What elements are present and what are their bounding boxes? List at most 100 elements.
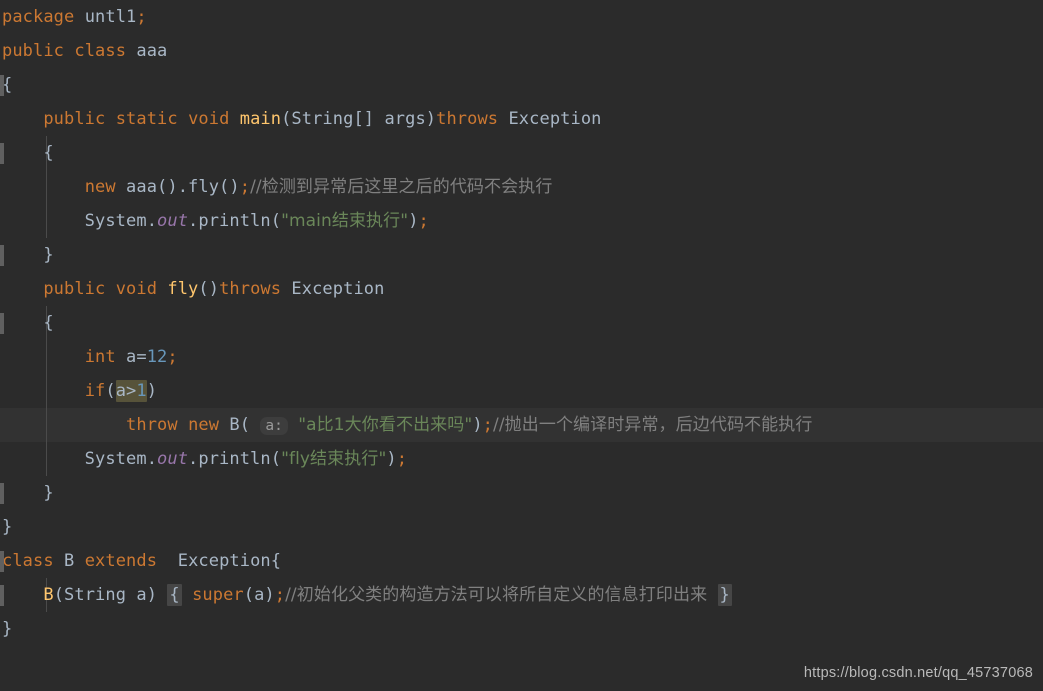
code-line-text: }: [0, 510, 12, 544]
code-line-text: B(String a) { super(a);//初始化父类的构造方法可以将所自…: [0, 578, 732, 612]
code-line-text: System.out.println("main结束执行");: [0, 204, 429, 238]
code-token-selected-number: 1: [136, 381, 147, 401]
code-token-plain: ): [386, 449, 397, 469]
code-line[interactable]: }: [0, 238, 1043, 272]
code-token-keyword: public: [2, 41, 65, 61]
code-line[interactable]: System.out.println("fly结束执行");: [0, 442, 1043, 476]
code-token-brace-match: }: [717, 584, 732, 606]
code-token-plain: Exception: [498, 109, 602, 129]
code-line-text: System.out.println("fly结束执行");: [0, 442, 407, 476]
code-token-plain: }: [2, 245, 54, 265]
code-token-plain: aaa: [126, 41, 168, 61]
code-token-number: 12: [146, 347, 168, 367]
code-token-keyword: new: [188, 415, 220, 435]
code-token-keyword: int: [84, 347, 116, 367]
code-token-keyword: public: [43, 109, 106, 129]
code-token-keyword: ;: [482, 415, 493, 435]
code-line[interactable]: }: [0, 510, 1043, 544]
fold-marker-icon[interactable]: [0, 313, 4, 334]
code-line-text: public void fly()throws Exception: [0, 272, 384, 306]
code-token-plain: .println(: [188, 449, 282, 469]
code-line[interactable]: new aaa().fly();//检测到异常后这里之后的代码不会执行: [0, 170, 1043, 204]
code-token-static-field: out: [157, 211, 189, 231]
code-token-keyword: class: [74, 41, 127, 61]
code-line[interactable]: {: [0, 68, 1043, 102]
code-line[interactable]: throw new B( a: "a比1大你看不出来吗");//抛出一个编译时异…: [0, 408, 1043, 442]
code-token-plain: System.: [2, 211, 158, 231]
code-line-text: public class aaa: [0, 34, 167, 68]
code-token-keyword: static: [115, 109, 178, 129]
code-line[interactable]: public static void main(String[] args)th…: [0, 102, 1043, 136]
code-token-keyword: void: [188, 109, 230, 129]
code-token-plain: B: [53, 551, 85, 571]
fold-marker-icon[interactable]: [0, 143, 4, 164]
code-token-plain: (String a): [53, 585, 168, 605]
code-token-keyword: ;: [167, 347, 178, 367]
code-token-method-name: fly: [167, 279, 199, 299]
code-line-text: class B extends Exception{: [0, 544, 281, 578]
code-token-plain: a=: [115, 347, 147, 367]
code-token-plain: }: [2, 619, 13, 639]
code-token-static-field: out: [157, 449, 189, 469]
code-line[interactable]: }: [0, 612, 1043, 646]
code-token-keyword: void: [115, 279, 158, 299]
fold-marker-icon[interactable]: [0, 551, 4, 572]
code-token-brace-match: {: [167, 584, 182, 606]
code-token-plain: {: [2, 143, 54, 163]
fold-marker-icon[interactable]: [0, 585, 4, 606]
code-line[interactable]: public class aaa: [0, 34, 1043, 68]
code-token-plain: .println(: [188, 211, 282, 231]
selected-text-range: a>1: [115, 380, 147, 402]
code-token-keyword: throw: [126, 415, 178, 435]
code-line-text: new aaa().fly();//检测到异常后这里之后的代码不会执行: [0, 170, 553, 204]
code-line[interactable]: class B extends Exception{: [0, 544, 1043, 578]
code-line[interactable]: {: [0, 306, 1043, 340]
code-token-plain: (: [105, 381, 116, 401]
code-line[interactable]: package untl1;: [0, 0, 1043, 34]
code-token-plain: }: [2, 517, 13, 537]
code-line[interactable]: System.out.println("main结束执行");: [0, 204, 1043, 238]
code-editor[interactable]: package untl1; public class aaa{ public s…: [0, 0, 1043, 691]
code-token-string: "fly结束执行": [281, 449, 387, 469]
parameter-hint-inlay: a:: [260, 417, 288, 435]
code-token-method-name: B: [43, 585, 54, 605]
code-token-keyword: ;: [274, 585, 286, 605]
code-token-comment: //抛出一个编译时异常，后边代码不能执行: [493, 415, 813, 435]
code-line[interactable]: public void fly()throws Exception: [0, 272, 1043, 306]
editor-code-area[interactable]: package untl1; public class aaa{ public s…: [0, 0, 1043, 645]
code-token-plain: }: [2, 483, 54, 503]
code-line[interactable]: }: [0, 476, 1043, 510]
fold-marker-icon[interactable]: [0, 75, 4, 96]
fold-marker-icon[interactable]: [0, 245, 4, 266]
code-line[interactable]: B(String a) { super(a);//初始化父类的构造方法可以将所自…: [0, 578, 1043, 612]
code-token-comment: //检测到异常后这里之后的代码不会执行: [250, 177, 553, 197]
code-line-text: {: [0, 306, 54, 340]
code-line[interactable]: if(a>1): [0, 374, 1043, 408]
code-token-plain: B(: [219, 415, 261, 435]
fold-marker-icon[interactable]: [0, 483, 4, 504]
code-token-keyword: public: [43, 279, 106, 299]
code-line[interactable]: {: [0, 136, 1043, 170]
code-token-string: "main结束执行": [281, 211, 409, 231]
code-line-text: if(a>1): [0, 374, 157, 408]
code-token-keyword: package: [2, 7, 75, 27]
code-line-text: }: [0, 476, 54, 510]
code-token-plain: System.: [2, 449, 158, 469]
code-token-plain: Exception: [281, 279, 385, 299]
code-token-keyword: new: [84, 177, 116, 197]
code-token-plain: Exception{: [157, 551, 282, 571]
code-line[interactable]: int a=12;: [0, 340, 1043, 374]
